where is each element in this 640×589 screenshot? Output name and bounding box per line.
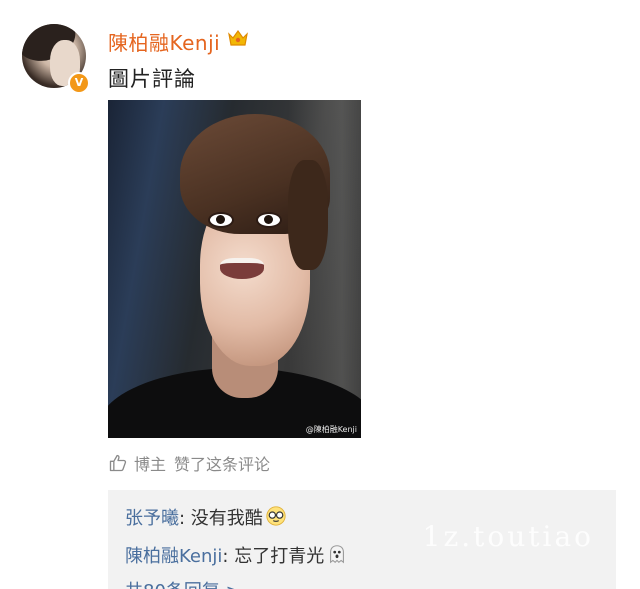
more-replies-link[interactable]: 共80条回复 > (125, 577, 241, 589)
glasses-face-icon (266, 506, 286, 526)
verified-badge: V (68, 72, 90, 94)
photo-hair-side (288, 160, 328, 270)
reply-text: : 没有我酷 (179, 508, 263, 529)
weibo-comment-card: V 陳柏融Kenji 圖片評論 @陳柏融Kenji 博主 赞了这条评论 张予曦: … (0, 0, 640, 589)
ghost-icon (330, 545, 345, 564)
photo-left-eye (208, 212, 234, 228)
username[interactable]: 陳柏融Kenji (108, 27, 220, 56)
crown-icon (228, 29, 248, 46)
post-photo[interactable]: @陳柏融Kenji (108, 100, 361, 438)
reply-author[interactable]: 陳柏融Kenji (125, 546, 222, 567)
reply-author[interactable]: 张予曦 (125, 508, 179, 529)
author-like-row: 博主 赞了这条评论 (108, 451, 271, 474)
photo-watermark: @陳柏融Kenji (305, 425, 357, 434)
site-watermark: 1z.toutiao (422, 520, 594, 553)
photo-mouth (220, 258, 264, 279)
replies-box: 张予曦: 没有我酷 陳柏融Kenji: 忘了打青光 共80条回复 > 1z.to… (108, 490, 616, 589)
thumbs-up-icon (109, 454, 127, 472)
reply-item[interactable]: 张予曦: 没有我酷 (125, 504, 287, 530)
like-action-text: 赞了这条评论 (174, 455, 271, 474)
photo-right-eye (256, 212, 282, 228)
like-author-label: 博主 (134, 455, 167, 474)
post-text: 圖片評論 (108, 67, 196, 91)
reply-text: : 忘了打青光 (222, 546, 325, 567)
reply-item[interactable]: 陳柏融Kenji: 忘了打青光 (125, 542, 348, 568)
